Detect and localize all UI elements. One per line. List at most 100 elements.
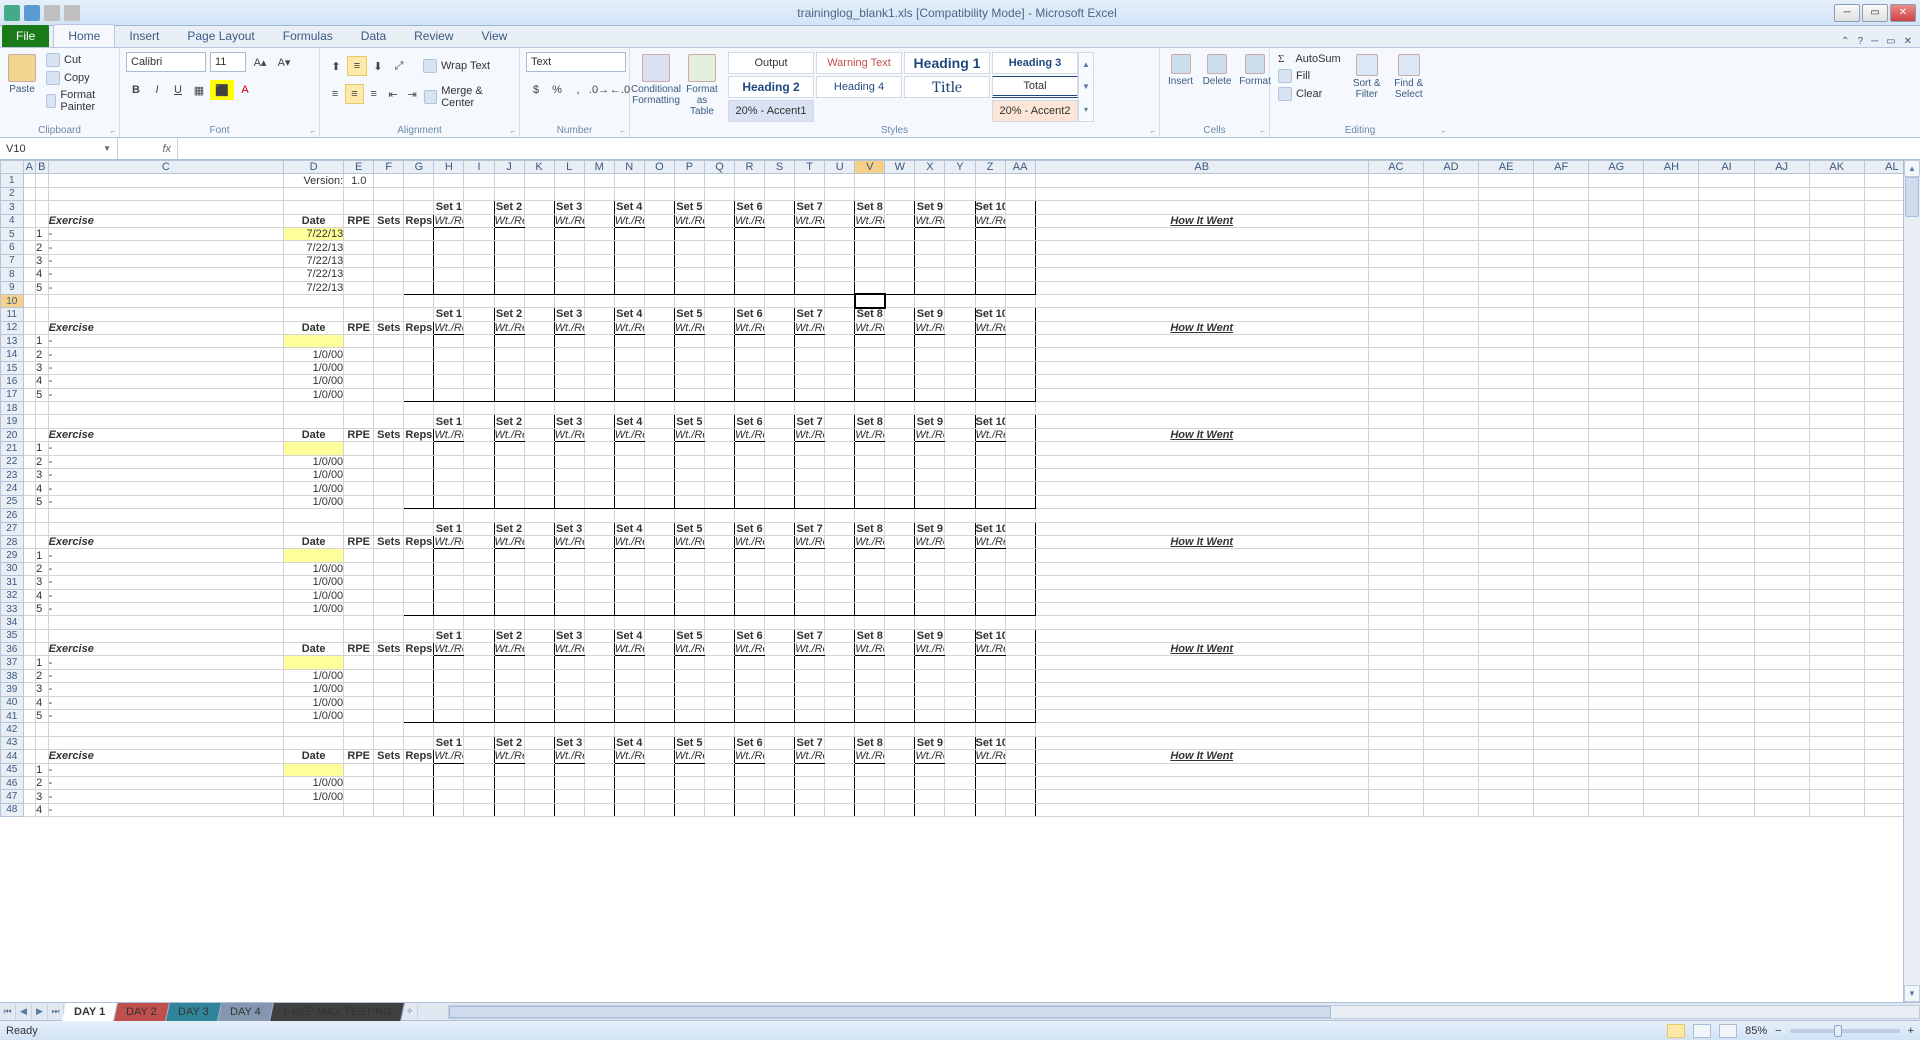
cell-W44[interactable]	[885, 750, 915, 763]
cell-N12[interactable]: Wt./Reps	[614, 321, 644, 334]
fill-button[interactable]: Fill	[1276, 68, 1343, 84]
cell-X24[interactable]	[915, 482, 945, 495]
cell-AL36[interactable]	[1864, 643, 1903, 656]
cell-AF1[interactable]	[1534, 174, 1589, 187]
cell-AD27[interactable]	[1423, 522, 1478, 535]
cell-AB14[interactable]	[1035, 348, 1368, 361]
cell-Y25[interactable]	[945, 495, 975, 508]
cell-V26[interactable]	[855, 509, 885, 522]
undo-icon[interactable]	[44, 5, 60, 21]
horizontal-scrollbar[interactable]	[448, 1005, 1920, 1019]
cell-M19[interactable]	[584, 415, 614, 428]
cell-Y2[interactable]	[945, 187, 975, 200]
cell-H28[interactable]: Wt./Reps	[434, 535, 464, 548]
cell-T4[interactable]: Wt./Reps	[795, 214, 825, 227]
cell-X40[interactable]	[915, 696, 945, 709]
cell-AJ28[interactable]	[1754, 535, 1809, 548]
cell-A11[interactable]	[23, 308, 36, 321]
cell-I26[interactable]	[464, 509, 494, 522]
cell-AL23[interactable]	[1864, 468, 1903, 481]
cell-M14[interactable]	[584, 348, 614, 361]
col-header-AJ[interactable]: AJ	[1754, 161, 1809, 174]
cell-AI31[interactable]	[1699, 576, 1754, 589]
cell-U22[interactable]	[825, 455, 855, 468]
cell-Z19[interactable]: Set 10	[975, 415, 1005, 428]
cell-AB32[interactable]	[1035, 589, 1368, 602]
cell-AH37[interactable]	[1644, 656, 1699, 669]
cell-K6[interactable]	[524, 241, 554, 254]
cell-W5[interactable]	[885, 227, 915, 240]
cell-I23[interactable]	[464, 468, 494, 481]
cell-AK36[interactable]	[1809, 643, 1864, 656]
cell-O12[interactable]	[644, 321, 674, 334]
cell-T27[interactable]: Set 7	[795, 522, 825, 535]
cell-T15[interactable]	[795, 361, 825, 374]
cell-T28[interactable]: Wt./Reps	[795, 535, 825, 548]
cell-AA43[interactable]	[1005, 736, 1035, 749]
cell-AD29[interactable]	[1423, 549, 1478, 562]
cell-M17[interactable]	[584, 388, 614, 401]
conditional-formatting-button[interactable]: Conditional Formatting	[636, 52, 676, 108]
cell-P21[interactable]	[674, 442, 704, 455]
cell-T33[interactable]	[795, 602, 825, 615]
inc-decimal-button[interactable]: .0→	[589, 80, 609, 100]
cell-H12[interactable]: Wt./Reps	[434, 321, 464, 334]
cell-W4[interactable]	[885, 214, 915, 227]
cell-AJ40[interactable]	[1754, 696, 1809, 709]
cell-AB45[interactable]	[1035, 763, 1368, 776]
cell-T41[interactable]	[795, 710, 825, 723]
cell-AF42[interactable]	[1534, 723, 1589, 736]
cell-P12[interactable]: Wt./Reps	[674, 321, 704, 334]
cell-P13[interactable]	[674, 335, 704, 348]
redo-icon[interactable]	[64, 5, 80, 21]
cell-P34[interactable]	[674, 616, 704, 629]
cell-A5[interactable]	[23, 227, 36, 240]
cell-AF27[interactable]	[1534, 522, 1589, 535]
cell-AL40[interactable]	[1864, 696, 1903, 709]
cell-AG16[interactable]	[1589, 375, 1644, 388]
cell-A47[interactable]	[23, 790, 36, 803]
cell-AA3[interactable]	[1005, 201, 1035, 214]
cell-AG7[interactable]	[1589, 254, 1644, 267]
cell-Q29[interactable]	[704, 549, 734, 562]
cell-D43[interactable]	[284, 736, 344, 749]
cell-L14[interactable]	[554, 348, 584, 361]
cell-D38[interactable]: 1/0/00	[284, 669, 344, 682]
cell-Y40[interactable]	[945, 696, 975, 709]
tab-data[interactable]: Data	[347, 25, 400, 47]
cell-AD33[interactable]	[1423, 602, 1478, 615]
cell-AH29[interactable]	[1644, 549, 1699, 562]
cell-AF24[interactable]	[1534, 482, 1589, 495]
cell-T20[interactable]: Wt./Reps	[795, 428, 825, 441]
cell-S38[interactable]	[765, 669, 795, 682]
save-icon[interactable]	[24, 5, 40, 21]
cell-Z13[interactable]	[975, 335, 1005, 348]
cell-X23[interactable]	[915, 468, 945, 481]
cell-AE43[interactable]	[1479, 736, 1534, 749]
cell-D24[interactable]: 1/0/00	[284, 482, 344, 495]
cell-E17[interactable]	[344, 388, 374, 401]
cell-V46[interactable]	[855, 776, 885, 789]
cell-H11[interactable]: Set 1	[434, 308, 464, 321]
cell-AD24[interactable]	[1423, 482, 1478, 495]
row-header-46[interactable]: 46	[1, 776, 24, 789]
cell-W26[interactable]	[885, 509, 915, 522]
cell-D4[interactable]: Date	[284, 214, 344, 227]
cell-AK17[interactable]	[1809, 388, 1864, 401]
cell-R12[interactable]: Wt./Reps	[735, 321, 765, 334]
cell-AD15[interactable]	[1423, 361, 1478, 374]
cell-I6[interactable]	[464, 241, 494, 254]
font-name-select[interactable]	[126, 52, 206, 72]
cell-B9[interactable]: 5	[36, 281, 49, 294]
cell-M29[interactable]	[584, 549, 614, 562]
cell-AF20[interactable]	[1534, 428, 1589, 441]
cell-B32[interactable]: 4	[36, 589, 49, 602]
cell-W3[interactable]	[885, 201, 915, 214]
cell-G11[interactable]	[404, 308, 434, 321]
cell-Q41[interactable]	[704, 710, 734, 723]
cell-P32[interactable]	[674, 589, 704, 602]
cell-C30[interactable]: -	[48, 562, 283, 575]
cell-J13[interactable]	[494, 335, 524, 348]
cell-AI34[interactable]	[1699, 616, 1754, 629]
cell-E39[interactable]	[344, 683, 374, 696]
